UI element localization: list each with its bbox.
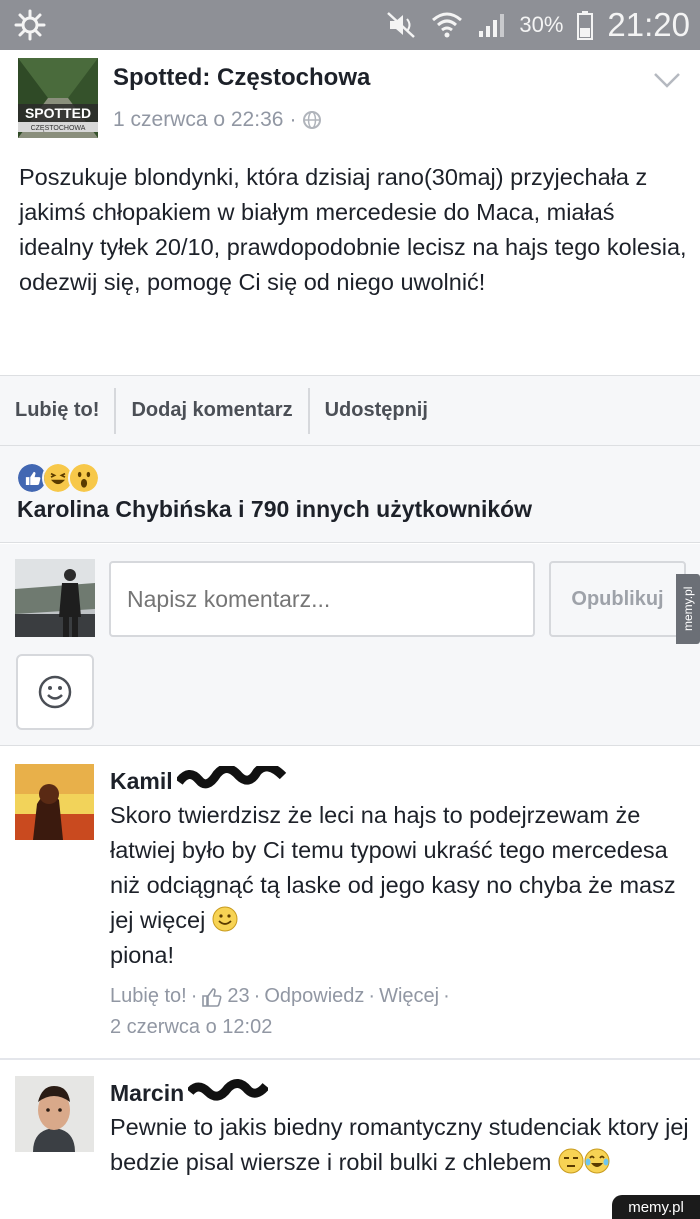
separator: · <box>368 985 376 1007</box>
reply-button[interactable]: Odpowiedz <box>264 985 364 1008</box>
signal-icon <box>479 14 505 37</box>
comment-button[interactable]: Dodaj komentarz <box>114 387 307 434</box>
logo-subtext: CZĘSTOCHOWA <box>31 125 86 132</box>
comment-body: Skoro twierdzisz że leci na hajs to pode… <box>110 802 676 933</box>
tears-of-joy-emoji-icon <box>584 1148 610 1174</box>
comment-actions: Lubię to! · 23 · Odpowiedz · Więcej · <box>110 985 450 1008</box>
more-button[interactable]: Więcej <box>379 985 439 1008</box>
settings-gear-icon <box>14 9 46 41</box>
emoji-button[interactable] <box>16 654 94 730</box>
unamused-emoji-icon <box>558 1148 584 1174</box>
corner-watermark: memy.pl <box>612 1195 700 1219</box>
share-button[interactable]: Udostępnij <box>307 387 443 434</box>
battery-icon <box>577 11 594 40</box>
post-actions: Lubię to! Dodaj komentarz Udostępnij <box>0 375 700 446</box>
avatar[interactable] <box>15 764 94 840</box>
logo-text: SPOTTED <box>25 105 91 121</box>
page-logo[interactable]: SPOTTED CZĘSTOCHOWA <box>18 58 98 138</box>
avatar <box>15 559 95 637</box>
status-bar: 30% 21:20 <box>0 0 700 50</box>
reaction-icons[interactable] <box>16 462 100 494</box>
author-name: Kamil <box>110 767 173 794</box>
smiley-icon <box>38 675 72 709</box>
separator: · <box>190 985 198 1007</box>
smile-emoji-icon <box>212 906 238 932</box>
like-button[interactable]: Lubię to! <box>0 388 114 434</box>
separator: · <box>253 985 261 1007</box>
comment-author[interactable]: Marcin <box>110 1078 269 1108</box>
publish-button[interactable]: Opublikuj <box>549 561 686 637</box>
comment-input[interactable] <box>109 561 535 637</box>
separator: · <box>443 985 450 1007</box>
comment-time: 2 czerwca o 12:02 <box>110 1016 273 1038</box>
post-meta: 1 czerwca o 22:36 · <box>113 108 322 132</box>
mute-icon <box>387 12 416 38</box>
comment-body-end: piona! <box>110 942 175 968</box>
avatar[interactable] <box>15 1076 94 1152</box>
comment-text: Pewnie to jakis biedny romantyczny stude… <box>110 1110 690 1180</box>
post-text: Poszukuje blondynki, która dzisiaj rano(… <box>19 164 687 295</box>
comment-author[interactable]: Kamil <box>110 766 287 796</box>
redaction-scribble <box>188 1079 269 1101</box>
like-count: 23 <box>227 985 250 1007</box>
thumbs-up-icon <box>202 987 222 1007</box>
wifi-icon <box>432 12 463 38</box>
meta-separator: · <box>289 108 297 131</box>
redaction-scribble <box>176 766 286 789</box>
comment-text: Skoro twierdzisz że leci na hajs to pode… <box>110 798 690 973</box>
page-name[interactable]: Spotted: Częstochowa <box>113 64 370 92</box>
side-watermark: memy.pl <box>676 574 700 644</box>
battery-percent: 30% <box>519 12 564 37</box>
reactions-bar <box>0 446 700 543</box>
chevron-down-icon[interactable] <box>652 68 682 92</box>
wow-reaction-icon <box>68 462 100 494</box>
author-name: Marcin <box>110 1079 185 1106</box>
clock: 21:20 <box>607 6 690 43</box>
post-date[interactable]: 1 czerwca o 22:36 <box>113 108 283 132</box>
comment-like-button[interactable]: Lubię to! <box>110 985 187 1008</box>
globe-icon <box>303 111 322 129</box>
reaction-summary[interactable]: Karolina Chybińska i 790 innych użytkown… <box>17 496 532 523</box>
